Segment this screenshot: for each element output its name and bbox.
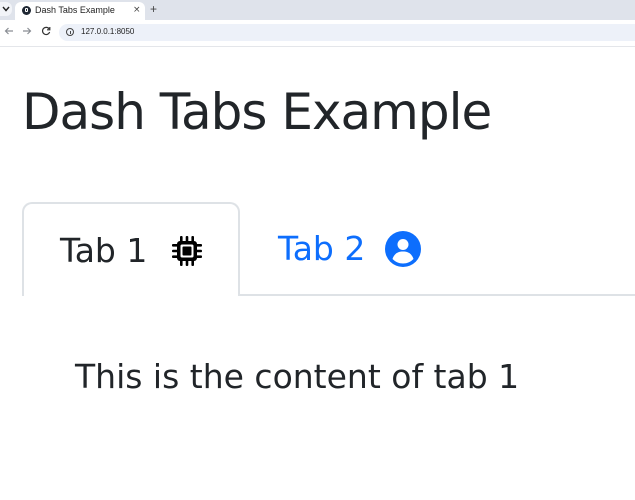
reload-icon [41,26,51,36]
close-tab-button[interactable]: × [133,4,141,16]
url-text[interactable]: 127.0.0.1:8050 [81,27,134,36]
browser-window: Dash Tabs Example × + 127.0.0.1:8050 Das… [0,0,635,500]
chevron-down-icon [2,6,10,12]
new-tab-button[interactable]: + [150,2,157,16]
tab-search-button[interactable] [0,2,12,16]
page-title: Dash Tabs Example [22,83,492,141]
tab-1[interactable]: Tab 1 [22,202,240,296]
browser-tab-title: Dash Tabs Example [35,5,115,15]
arrow-right-icon [23,27,32,35]
browser-tab[interactable]: Dash Tabs Example × [15,2,145,20]
tabs-nav: Tab 1 Tab 2 [22,202,635,296]
site-info-icon[interactable] [66,28,74,36]
tab-1-label: Tab 1 [60,231,148,270]
tab-2-label: Tab 2 [278,229,366,268]
browser-toolbar: 127.0.0.1:8050 [0,20,635,47]
address-bar[interactable]: 127.0.0.1:8050 [59,24,635,41]
favicon-icon [22,6,31,15]
person-circle-icon [385,231,421,267]
arrow-left-icon [4,27,13,35]
tab-content-text: This is the content of tab 1 [75,357,520,396]
tab-2[interactable]: Tab 2 [260,202,480,296]
browser-tab-strip: Dash Tabs Example × + [0,0,635,20]
back-button[interactable] [4,26,14,40]
reload-button[interactable] [41,26,51,40]
cpu-chip-icon [172,236,202,266]
forward-button[interactable] [22,26,32,40]
page-content: Dash Tabs Example Tab 1 Tab 2 This is th… [0,47,635,500]
